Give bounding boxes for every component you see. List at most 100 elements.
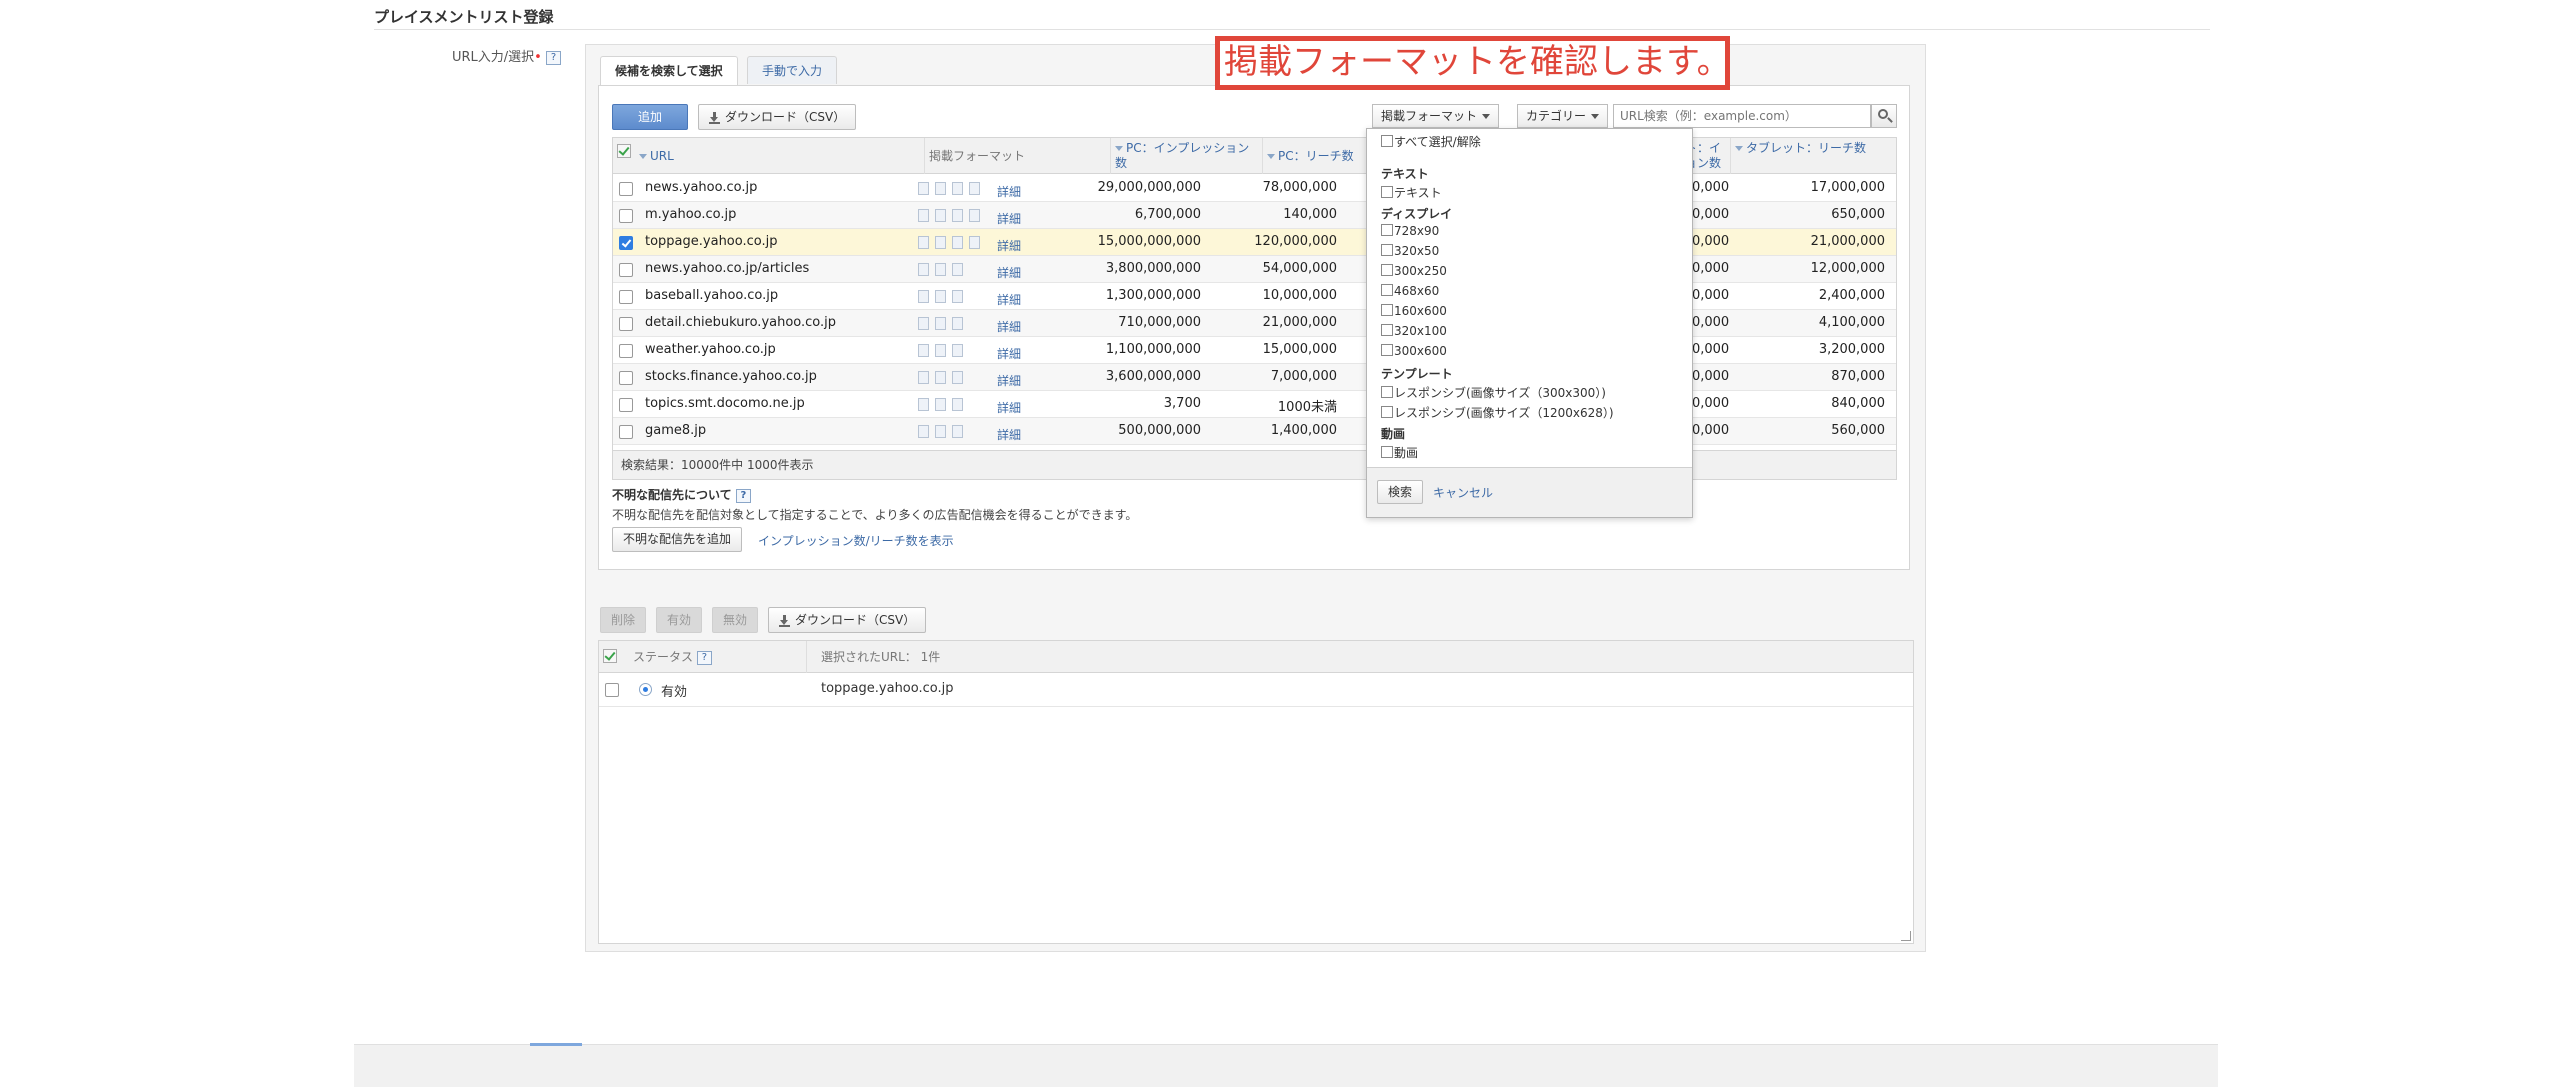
table-row[interactable]: news.yahoo.co.jp/articles 詳細 3,800,000,000… [613, 256, 1896, 283]
detail-link[interactable]: 詳細 [997, 345, 1021, 362]
chevron-down-icon [1482, 114, 1491, 119]
option-checkbox[interactable] [1381, 446, 1393, 458]
format-icons [918, 343, 969, 358]
option-468x60[interactable]: 468x60 [1381, 284, 1439, 298]
help-icon[interactable]: ? [545, 50, 561, 65]
option-label: テキスト [1394, 186, 1442, 200]
detail-link[interactable]: 詳細 [997, 372, 1021, 389]
url-search-input[interactable] [1613, 104, 1871, 128]
column-header-url[interactable]: URL [635, 138, 925, 174]
table-row[interactable]: news.yahoo.co.jp 詳細 29,000,000,000 78,000,0… [613, 175, 1896, 202]
option-320x100[interactable]: 320x100 [1381, 324, 1447, 338]
detail-link[interactable]: 詳細 [997, 210, 1021, 227]
help-icon[interactable]: ? [735, 488, 751, 503]
table-row[interactable]: game8.jp 詳細 500,000,000 1,400,000 0,000,000 5… [613, 418, 1896, 445]
row-checkbox[interactable] [619, 425, 633, 439]
detail-link[interactable]: 詳細 [997, 183, 1021, 200]
option-checkbox[interactable] [1381, 186, 1393, 198]
tab-search-select[interactable]: 候補を検索して選択 [600, 56, 738, 86]
help-icon[interactable]: ? [696, 650, 712, 665]
table-row[interactable]: stocks.finance.yahoo.co.jp 詳細 3,600,000,00… [613, 364, 1896, 391]
format-icon [935, 317, 946, 330]
option-label: 動画 [1394, 446, 1419, 460]
download-csv-button[interactable]: ダウンロード（CSV） [698, 104, 857, 130]
row-checkbox[interactable] [619, 236, 633, 250]
option-text[interactable]: テキスト [1381, 184, 1442, 201]
pc-reach-cell: 120,000,000 [1254, 234, 1337, 249]
column-header-tablet-reach[interactable]: タブレット：リーチ数 [1731, 138, 1896, 174]
group-label-display: ディスプレイ [1381, 207, 1453, 221]
option-checkbox[interactable] [1381, 344, 1393, 356]
search-button[interactable] [1871, 104, 1897, 128]
format-filter-dropdown[interactable]: 掲載フォーマット [1372, 104, 1500, 128]
option-checkbox[interactable] [1381, 264, 1393, 276]
status-radio-icon[interactable] [639, 683, 652, 696]
detail-link[interactable]: 詳細 [997, 264, 1021, 281]
column-header-pc-impressions[interactable]: PC：インプレッション数 [1111, 138, 1263, 174]
detail-link[interactable]: 詳細 [997, 237, 1021, 254]
option-responsive-300x300[interactable]: レスポンシブ(画像サイズ（300x300）) [1381, 384, 1606, 401]
pc-impressions-cell: 3,800,000,000 [1105, 261, 1201, 276]
table-row[interactable]: toppage.yahoo.co.jp 詳細 15,000,000,000 120,0… [613, 229, 1896, 256]
url-cell: stocks.finance.yahoo.co.jp [645, 369, 817, 384]
option-checkbox[interactable] [1381, 406, 1393, 418]
format-cancel-link[interactable]: キャンセル [1433, 484, 1493, 501]
option-responsive-1200x628[interactable]: レスポンシブ(画像サイズ（1200x628）) [1381, 404, 1614, 421]
detail-link[interactable]: 詳細 [997, 426, 1021, 443]
selected-select-all-checkbox[interactable] [603, 649, 617, 663]
resize-handle[interactable] [1901, 931, 1911, 941]
option-320x50[interactable]: 320x50 [1381, 244, 1439, 258]
row-checkbox[interactable] [619, 317, 633, 331]
row-checkbox[interactable] [619, 344, 633, 358]
tablet-reach-cell: 2,400,000 [1818, 288, 1885, 303]
row-checkbox[interactable] [605, 683, 619, 697]
row-checkbox[interactable] [619, 371, 633, 385]
row-checkbox[interactable] [619, 263, 633, 277]
show-impressions-link[interactable]: インプレッション数/リーチ数を表示 [758, 532, 954, 549]
unknown-placements-heading: 不明な配信先について ? [612, 486, 751, 503]
category-filter-dropdown[interactable]: カテゴリー [1517, 104, 1609, 128]
tab-manual-input[interactable]: 手動で入力 [747, 56, 838, 84]
select-all-checkbox[interactable] [617, 144, 631, 158]
option-checkbox[interactable] [1381, 244, 1393, 256]
delete-button[interactable]: 削除 [600, 607, 647, 633]
row-checkbox[interactable] [619, 290, 633, 304]
option-300x250[interactable]: 300x250 [1381, 264, 1447, 278]
option-video[interactable]: 動画 [1381, 444, 1418, 461]
status-header-label: ステータス [633, 650, 694, 664]
table-row[interactable]: baseball.yahoo.co.jp 詳細 1,300,000,000 10,00… [613, 283, 1896, 310]
row-checkbox[interactable] [619, 182, 633, 196]
table-row[interactable]: topics.smt.docomo.ne.jp 詳細 3,700 1000未満 1,00… [613, 391, 1896, 418]
detail-link[interactable]: 詳細 [997, 318, 1021, 335]
option-728x90[interactable]: 728x90 [1381, 224, 1439, 238]
row-checkbox[interactable] [619, 209, 633, 223]
format-icon [918, 209, 929, 222]
format-icon [952, 182, 963, 195]
option-checkbox[interactable] [1381, 304, 1393, 316]
detail-link[interactable]: 詳細 [997, 291, 1021, 308]
detail-link[interactable]: 詳細 [997, 399, 1021, 416]
option-checkbox[interactable] [1381, 284, 1393, 296]
format-icon [918, 182, 929, 195]
column-pc-impressions-label: PC：インプレッション数 [1115, 141, 1250, 170]
option-checkbox[interactable] [1381, 224, 1393, 236]
format-filter-label: 掲載フォーマット [1381, 109, 1478, 123]
enable-button[interactable]: 有効 [656, 607, 703, 633]
format-icon [918, 263, 929, 276]
option-checkbox[interactable] [1381, 324, 1393, 336]
option-160x600[interactable]: 160x600 [1381, 304, 1447, 318]
selected-download-csv-button[interactable]: ダウンロード（CSV） [768, 607, 927, 633]
table-row[interactable]: weather.yahoo.co.jp 詳細 1,100,000,000 15,000… [613, 337, 1896, 364]
select-all-option[interactable]: すべて選択/解除 [1381, 133, 1481, 150]
add-unknown-placement-button[interactable]: 不明な配信先を追加 [612, 527, 743, 552]
option-300x600[interactable]: 300x600 [1381, 344, 1447, 358]
option-checkbox[interactable] [1381, 386, 1393, 398]
select-all-checkbox[interactable] [1381, 135, 1393, 147]
table-row[interactable]: detail.chiebukuro.yahoo.co.jp 詳細 710,000,0… [613, 310, 1896, 337]
format-search-button[interactable]: 検索 [1377, 480, 1424, 504]
disable-button[interactable]: 無効 [712, 607, 759, 633]
format-icon [952, 209, 963, 222]
row-checkbox[interactable] [619, 398, 633, 412]
add-button[interactable]: 追加 [612, 104, 688, 130]
table-row[interactable]: m.yahoo.co.jp 詳細 6,700,000 140,000 3,000,000… [613, 202, 1896, 229]
